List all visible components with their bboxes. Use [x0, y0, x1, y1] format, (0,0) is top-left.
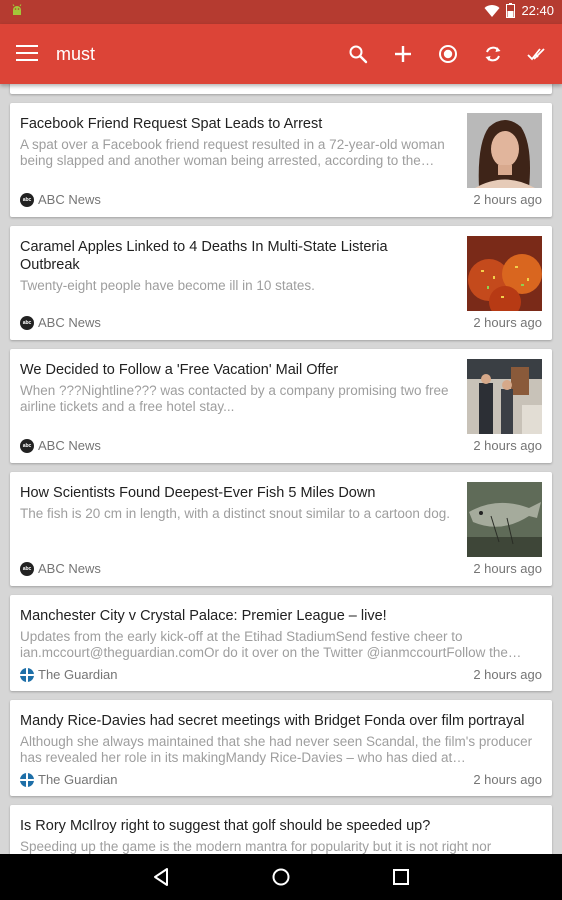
- article-source-name: The Guardian: [38, 772, 118, 787]
- article-source: abc ABC News: [20, 561, 101, 576]
- article-source: The Guardian: [20, 772, 118, 787]
- system-nav-bar: [0, 854, 562, 900]
- radio-icon: [439, 45, 457, 63]
- article-source-name: ABC News: [38, 315, 101, 330]
- article-card[interactable]: How Scientists Found Deepest-Ever Fish 5…: [10, 472, 552, 586]
- article-time: 2 hours ago: [473, 667, 542, 682]
- article-card[interactable]: Caramel Apples Linked to 4 Deaths In Mul…: [10, 226, 552, 340]
- article-card[interactable]: Facebook Friend Request Spat Leads to Ar…: [10, 103, 552, 217]
- article-source-name: ABC News: [38, 438, 101, 453]
- recents-icon[interactable]: [389, 865, 413, 889]
- article-summary: The fish is 20 cm in length, with a dist…: [20, 506, 450, 521]
- android-debug-icon: [12, 4, 22, 15]
- hamburger-menu-icon[interactable]: [14, 40, 40, 68]
- article-source: abc ABC News: [20, 315, 101, 330]
- search-button[interactable]: [344, 38, 372, 70]
- article-source: abc ABC News: [20, 192, 101, 207]
- article-summary: Speeding up the game is the modern mantr…: [20, 839, 492, 854]
- article-summary: When ???Nightline??? was contacted by a …: [20, 383, 449, 414]
- article-summary: Updates from the early kick-off at the E…: [20, 629, 522, 660]
- page-title: must: [56, 44, 96, 64]
- article-time: 2 hours ago: [473, 772, 542, 787]
- app-bar: must: [0, 24, 562, 84]
- article-source: The Guardian: [20, 667, 118, 682]
- article-time: 2 hours ago: [473, 561, 542, 576]
- add-icon: [395, 46, 411, 62]
- article-card[interactable]: Mandy Rice-Davies had secret meetings wi…: [10, 700, 552, 796]
- article-thumbnail: [467, 236, 542, 311]
- clock: 22:40: [521, 3, 554, 18]
- guardian-logo-icon: [20, 667, 34, 682]
- article-time: 2 hours ago: [473, 315, 542, 330]
- refresh-icon: [485, 46, 501, 62]
- abc-news-logo-icon: abc: [20, 192, 34, 207]
- article-headline: Facebook Friend Request Spat Leads to Ar…: [20, 116, 323, 132]
- guardian-logo-icon: [20, 772, 34, 787]
- back-icon[interactable]: [149, 865, 173, 889]
- article-feed[interactable]: Facebook Friend Request Spat Leads to Ar…: [0, 84, 562, 854]
- article-card[interactable]: We Decided to Follow a 'Free Vacation' M…: [10, 349, 552, 463]
- article-thumbnail: [467, 359, 542, 434]
- article-card[interactable]: Manchester City v Crystal Palace: Premie…: [10, 595, 552, 691]
- article-thumbnail: [467, 482, 542, 557]
- article-card[interactable]: Is Rory McIlroy right to suggest that go…: [10, 805, 552, 854]
- article-headline: Manchester City v Crystal Palace: Premie…: [20, 608, 387, 624]
- article-headline: How Scientists Found Deepest-Ever Fish 5…: [20, 485, 376, 501]
- status-bar: 22:40: [0, 0, 562, 24]
- search-icon: [349, 45, 368, 64]
- article-summary: Although she always maintained that she …: [20, 734, 533, 765]
- article-source: abc ABC News: [20, 438, 101, 453]
- wifi-icon: [484, 4, 500, 17]
- article-headline: We Decided to Follow a 'Free Vacation' M…: [20, 362, 339, 378]
- article-headline: Is Rory McIlroy right to suggest that go…: [20, 818, 431, 834]
- article-source-name: ABC News: [38, 561, 101, 576]
- mark-read-icon: [527, 48, 545, 61]
- article-summary: Twenty-eight people have become ill in 1…: [20, 278, 315, 293]
- article-headline: Caramel Apples Linked to 4 Deaths In Mul…: [20, 239, 388, 273]
- article-summary: A spat over a Facebook friend request re…: [20, 137, 445, 168]
- article-source-name: ABC News: [38, 192, 101, 207]
- abc-news-logo-icon: abc: [20, 561, 34, 576]
- add-button[interactable]: [389, 38, 417, 70]
- abc-news-logo-icon: abc: [20, 315, 34, 330]
- mark-all-read-button[interactable]: [524, 38, 552, 70]
- battery-icon: [506, 3, 516, 18]
- previous-card-partial[interactable]: [10, 84, 552, 94]
- article-source-name: The Guardian: [38, 667, 118, 682]
- abc-news-logo-icon: abc: [20, 438, 34, 453]
- article-time: 2 hours ago: [473, 192, 542, 207]
- article-headline: Mandy Rice-Davies had secret meetings wi…: [20, 713, 525, 729]
- article-time: 2 hours ago: [473, 438, 542, 453]
- filter-unread-button[interactable]: [434, 38, 462, 70]
- home-icon[interactable]: [269, 865, 293, 889]
- article-thumbnail: [467, 113, 542, 188]
- refresh-button[interactable]: [479, 38, 507, 70]
